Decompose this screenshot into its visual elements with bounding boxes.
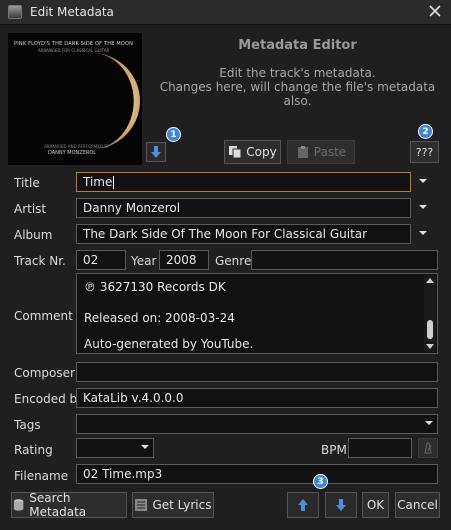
cancel-label: Cancel: [397, 498, 438, 512]
comment-line-3: Auto-generated by YouTube.: [84, 337, 254, 351]
next-track-button[interactable]: [325, 492, 357, 518]
title-bar: Edit Metadata: [0, 0, 451, 25]
title-value: Time: [83, 175, 113, 189]
editor-title: Metadata Editor: [238, 38, 357, 53]
ok-button[interactable]: OK: [362, 492, 389, 518]
cancel-button[interactable]: Cancel: [395, 492, 440, 518]
ok-label: OK: [366, 498, 385, 512]
badge-1: 1: [166, 127, 181, 142]
copy-label: Copy: [246, 145, 277, 159]
editor-description-line1: Edit the track's metadata.: [219, 66, 376, 80]
arrow-down-icon: [151, 146, 161, 158]
search-metadata-label: Search Metadata: [29, 491, 87, 519]
rating-chevron-down-icon[interactable]: [141, 445, 149, 449]
title-label: Title: [14, 176, 40, 190]
cover-artist-text: DANNY MONZEROL: [48, 150, 97, 156]
window-title: Edit Metadata: [30, 5, 114, 19]
scroll-thumb[interactable]: [427, 320, 433, 339]
copy-button[interactable]: Copy: [224, 140, 281, 164]
previous-track-button[interactable]: [287, 492, 319, 518]
close-icon[interactable]: [427, 3, 443, 19]
metronome-icon: [424, 442, 432, 454]
genre-label: Genre: [215, 254, 252, 268]
title-dropdown-icon[interactable]: [419, 179, 427, 183]
badge-3: 3: [313, 474, 328, 489]
tags-label: Tags: [14, 418, 41, 432]
paste-icon: [297, 146, 308, 158]
bpm-input[interactable]: [348, 438, 412, 458]
comment-line-1: ℗ 3627130 Records DK: [84, 280, 226, 294]
filename-input[interactable]: 02 Time.mp3: [76, 464, 438, 484]
bpm-tap-button[interactable]: [418, 438, 438, 458]
track-input[interactable]: 02: [76, 250, 126, 270]
filename-label: Filename: [14, 469, 69, 483]
composer-label: Composer: [14, 366, 75, 380]
rating-label: Rating: [14, 443, 53, 457]
cover-footer-text: ARRANGED AND PERFORMED BY: [44, 144, 110, 149]
year-input[interactable]: 2008: [159, 250, 209, 270]
encoded-input[interactable]: KataLib v.4.0.0.0: [76, 388, 438, 408]
copy-icon: [229, 146, 242, 159]
scroll-down-icon[interactable]: [426, 344, 434, 349]
tags-chevron-down-icon[interactable]: [425, 421, 433, 425]
scroll-up-icon[interactable]: [426, 278, 434, 283]
comment-line-2: Released on: 2008-03-24: [84, 311, 235, 325]
comment-scrollbar[interactable]: [424, 275, 436, 352]
get-lyrics-button[interactable]: Get Lyrics: [132, 492, 214, 518]
encoded-label: Encoded by: [14, 392, 85, 406]
year-label: Year: [131, 254, 157, 268]
artist-value: Danny Monzerol: [83, 201, 181, 215]
comment-textarea[interactable]: ℗ 3627130 Records DK Released on: 2008-0…: [76, 273, 438, 354]
text-caret: [113, 176, 115, 189]
load-cover-button[interactable]: [146, 142, 166, 162]
database-icon: [13, 499, 24, 511]
editor-description-line2: Changes here, will change the file's met…: [159, 80, 436, 108]
search-metadata-button[interactable]: Search Metadata: [11, 491, 127, 519]
genre-input[interactable]: [251, 250, 438, 270]
lyrics-icon: [135, 499, 148, 511]
app-icon: [8, 5, 22, 19]
encoded-value: KataLib v.4.0.0.0: [83, 391, 184, 405]
artist-dropdown-icon[interactable]: [419, 205, 427, 209]
filename-value: 02 Time.mp3: [83, 467, 163, 481]
artist-label: Artist: [14, 202, 47, 216]
album-cover: PINK FLOYD'S THE DARK SIDE OF THE MOON A…: [8, 33, 142, 165]
year-value: 2008: [166, 253, 197, 267]
album-input[interactable]: The Dark Side Of The Moon For Classical …: [76, 224, 411, 244]
comment-label: Comment: [14, 309, 73, 323]
album-dropdown-icon[interactable]: [419, 231, 427, 235]
composer-input[interactable]: [76, 362, 438, 382]
album-value: The Dark Side Of The Moon For Classical …: [83, 227, 368, 241]
track-label: Track Nr.: [14, 254, 66, 268]
paste-label: Paste: [313, 145, 347, 159]
artist-input[interactable]: Danny Monzerol: [76, 198, 411, 218]
help-button[interactable]: ???: [410, 141, 439, 163]
tags-select[interactable]: [76, 414, 438, 434]
get-lyrics-label: Get Lyrics: [152, 498, 212, 512]
album-label: Album: [14, 228, 53, 242]
bpm-label: BPM: [321, 443, 347, 457]
title-input[interactable]: Time: [76, 172, 411, 192]
track-value: 02: [83, 253, 99, 267]
paste-button[interactable]: Paste: [287, 140, 355, 164]
badge-2: 2: [418, 124, 433, 139]
arrow-up-icon: [298, 499, 308, 511]
help-label: ???: [415, 145, 434, 159]
arrow-down-icon: [336, 499, 346, 511]
